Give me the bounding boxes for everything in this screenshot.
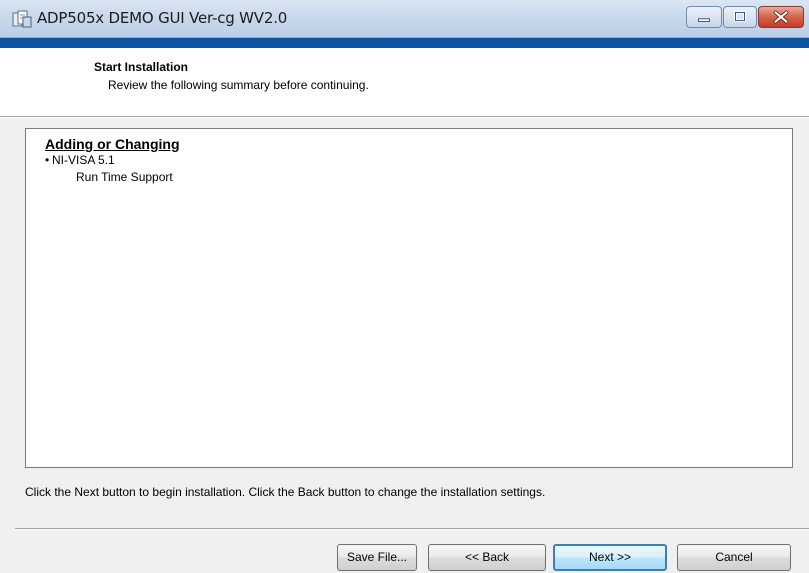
- minimize-icon: [698, 18, 710, 22]
- close-icon: [773, 10, 789, 24]
- title-bar[interactable]: ADP505x DEMO GUI Ver-cg WV2.0: [0, 0, 809, 38]
- summary-item-label: NI-VISA 5.1: [52, 153, 115, 167]
- save-file-button[interactable]: Save File...: [337, 544, 417, 571]
- next-button[interactable]: Next >>: [553, 544, 667, 571]
- close-button[interactable]: [758, 6, 804, 28]
- header-divider: [0, 116, 809, 118]
- installer-window: ADP505x DEMO GUI Ver-cg WV2.0 Start Inst…: [0, 0, 809, 573]
- summary-heading: Adding or Changing: [45, 136, 180, 152]
- wizard-header: Start Installation Review the following …: [0, 48, 809, 116]
- minimize-button[interactable]: [686, 6, 722, 28]
- footer-divider: [15, 528, 809, 530]
- window-title: ADP505x DEMO GUI Ver-cg WV2.0: [37, 9, 288, 27]
- accent-strip: [0, 38, 809, 48]
- summary-box[interactable]: Adding or Changing • NI-VISA 5.1 Run Time…: [25, 128, 793, 468]
- page-subtitle: Review the following summary before cont…: [108, 78, 369, 92]
- installer-app-icon: [12, 10, 32, 28]
- back-button[interactable]: << Back: [428, 544, 546, 571]
- maximize-icon: [734, 11, 746, 22]
- page-title: Start Installation: [94, 60, 189, 74]
- summary-subitem: Run Time Support: [76, 170, 173, 184]
- instruction-text: Click the Next button to begin installat…: [25, 485, 546, 499]
- bullet-icon: •: [45, 153, 50, 167]
- maximize-button[interactable]: [723, 6, 757, 28]
- summary-list-item: • NI-VISA 5.1: [45, 153, 115, 167]
- cancel-button[interactable]: Cancel: [677, 544, 791, 571]
